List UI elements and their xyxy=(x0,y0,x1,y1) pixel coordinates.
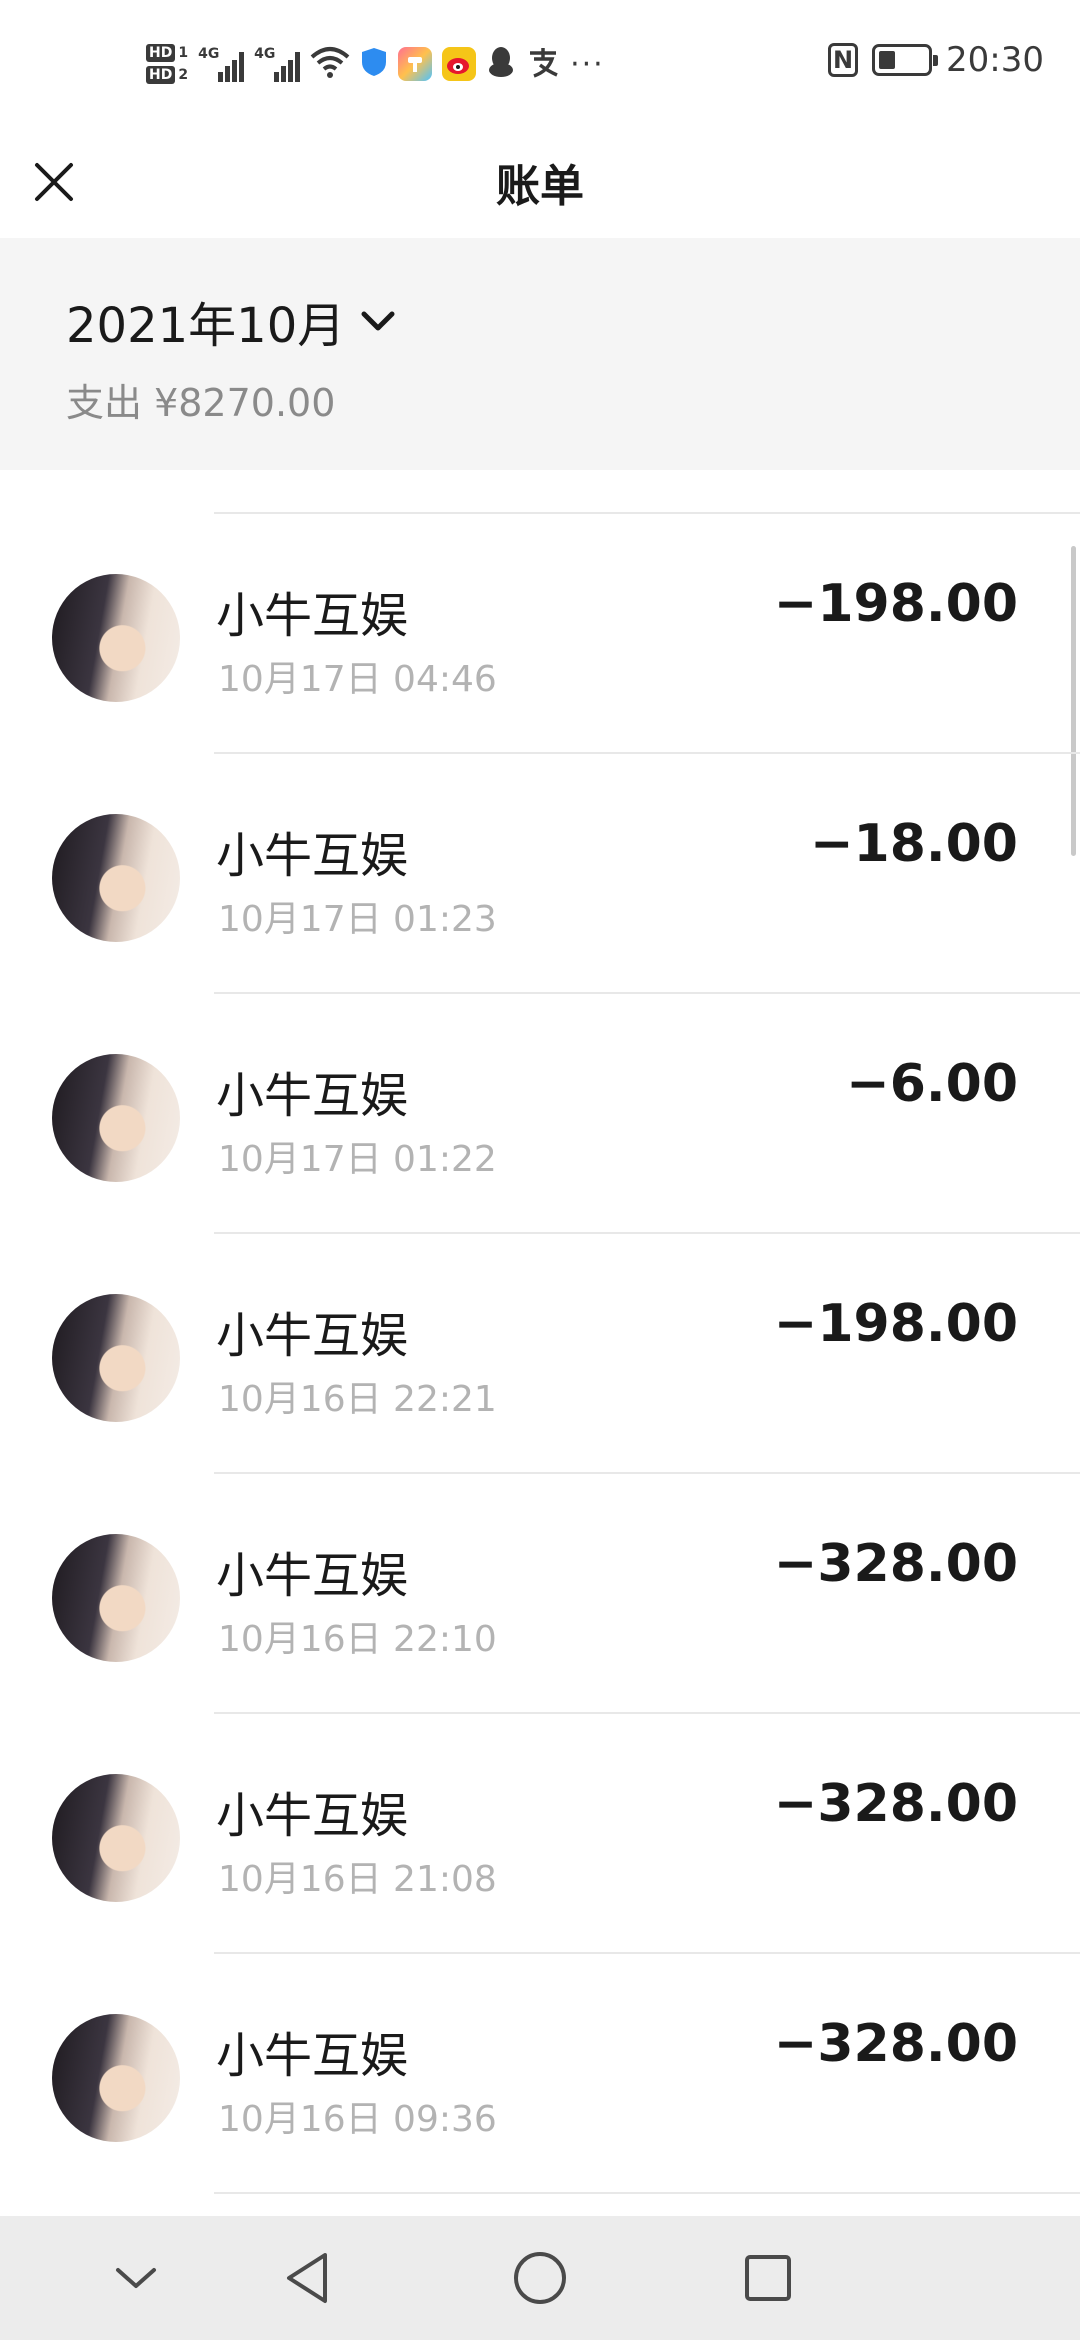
security-shield-icon xyxy=(360,46,388,82)
transaction-time: 10月17日 01:23 xyxy=(218,899,497,940)
status-left-icons: HD 1 HD 2 4G 4G ··· xyxy=(146,34,605,94)
recents-square-icon xyxy=(745,2255,791,2301)
transaction-merchant: 小牛互娱 xyxy=(216,588,409,644)
nav-hide-button[interactable] xyxy=(94,2236,178,2320)
merchant-avatar xyxy=(52,2014,180,2142)
bill-screen: HD 1 HD 2 4G 4G ··· N 20:30 账单 2021年10月 … xyxy=(0,0,1080,2340)
transaction-amount: −18.00 xyxy=(809,814,1018,874)
transaction-merchant: 小牛互娱 xyxy=(216,1308,409,1364)
transaction-amount: −328.00 xyxy=(773,1774,1018,1834)
nav-home-button[interactable] xyxy=(498,2236,582,2320)
transaction-time: 10月17日 01:22 xyxy=(218,1139,497,1180)
merchant-avatar xyxy=(52,1054,180,1182)
transaction-time: 10月16日 22:21 xyxy=(218,1379,497,1420)
row-divider xyxy=(214,2192,1080,2194)
hd-label-1: HD xyxy=(146,44,176,62)
transaction-merchant: 小牛互娱 xyxy=(216,1548,409,1604)
system-nav-bar xyxy=(0,2216,1080,2340)
hd-sim-number-2: 2 xyxy=(178,67,189,83)
page-title: 账单 xyxy=(496,161,584,212)
status-right-icons: N 20:30 xyxy=(828,40,1044,80)
transaction-amount: −328.00 xyxy=(773,2014,1018,2074)
transaction-row[interactable]: 小牛互娱 10月16日 22:21 −198.00 xyxy=(0,1234,1080,1474)
merchant-avatar xyxy=(52,814,180,942)
transaction-time: 10月16日 21:08 xyxy=(218,1859,497,1900)
transaction-row[interactable]: 小牛互娱 10月17日 01:23 −18.00 xyxy=(0,754,1080,994)
signal-icon-1: 4G xyxy=(198,46,245,82)
merchant-avatar xyxy=(52,1774,180,1902)
merchant-avatar xyxy=(52,574,180,702)
signal-icon-2: 4G xyxy=(254,46,301,82)
chevron-down-icon xyxy=(116,2268,156,2288)
merchant-avatar xyxy=(52,1534,180,1662)
hd-label-2: HD xyxy=(146,66,176,84)
transaction-list[interactable]: 小牛互娱 10月17日 04:46 −198.00 小牛互娱 10月17日 01:23 −… xyxy=(0,470,1080,2216)
alipay-icon xyxy=(526,45,560,83)
month-selector[interactable]: 2021年10月 xyxy=(66,286,395,356)
transaction-time: 10月16日 22:10 xyxy=(218,1619,497,1660)
network-type-1: 4G xyxy=(198,46,220,62)
hd-sim-2: HD 2 xyxy=(146,66,188,84)
merchant-avatar xyxy=(52,1294,180,1422)
battery-level xyxy=(879,51,896,69)
transaction-row[interactable]: 小牛互娱 10月17日 01:22 −6.00 xyxy=(0,994,1080,1234)
status-bar: HD 1 HD 2 4G 4G ··· N 20:30 xyxy=(0,0,1080,124)
nav-back-button[interactable] xyxy=(266,2236,350,2320)
transaction-amount: −6.00 xyxy=(846,1054,1018,1114)
home-circle-icon xyxy=(514,2252,566,2304)
wifi-icon xyxy=(310,45,350,83)
month-summary: 2021年10月 支出 ¥8270.00 xyxy=(0,238,1080,470)
transaction-merchant: 小牛互娱 xyxy=(216,1788,409,1844)
transaction-row[interactable]: 小牛互娱 10月16日 22:10 −328.00 xyxy=(0,1474,1080,1714)
nav-recents-button[interactable] xyxy=(726,2236,810,2320)
back-triangle-icon xyxy=(287,2253,327,2303)
transaction-merchant: 小牛互娱 xyxy=(216,1068,409,1124)
transaction-time: 10月16日 09:36 xyxy=(218,2099,497,2140)
app-store-icon xyxy=(398,47,433,81)
more-notifications-icon: ··· xyxy=(570,46,605,82)
transaction-row[interactable]: 小牛互娱 10月16日 21:08 −328.00 xyxy=(0,1714,1080,1954)
qq-icon xyxy=(486,45,516,83)
transaction-time: 10月17日 04:46 xyxy=(218,659,497,700)
hd-sim-number-1: 1 xyxy=(178,45,189,61)
nfc-icon: N xyxy=(828,43,859,77)
transaction-row[interactable]: 小牛互娱 10月16日 09:36 −328.00 xyxy=(0,1954,1080,2194)
battery-icon xyxy=(872,44,939,76)
transaction-merchant: 小牛互娱 xyxy=(216,2028,409,2084)
chevron-down-icon xyxy=(361,311,395,331)
network-type-2: 4G xyxy=(254,46,276,62)
page-header: 账单 xyxy=(0,124,1080,238)
hd-indicators: HD 1 HD 2 xyxy=(146,44,188,84)
status-time: 20:30 xyxy=(946,40,1044,80)
month-label: 2021年10月 xyxy=(66,298,346,354)
hd-sim-1: HD 1 xyxy=(146,44,188,62)
transaction-amount: −328.00 xyxy=(773,1534,1018,1594)
transaction-amount: −198.00 xyxy=(773,574,1018,634)
transaction-amount: −198.00 xyxy=(773,1294,1018,1354)
expense-total: 支出 ¥8270.00 xyxy=(66,381,336,425)
transaction-merchant: 小牛互娱 xyxy=(216,828,409,884)
weibo-icon xyxy=(442,47,477,81)
transaction-row[interactable]: 小牛互娱 10月17日 04:46 −198.00 xyxy=(0,514,1080,754)
